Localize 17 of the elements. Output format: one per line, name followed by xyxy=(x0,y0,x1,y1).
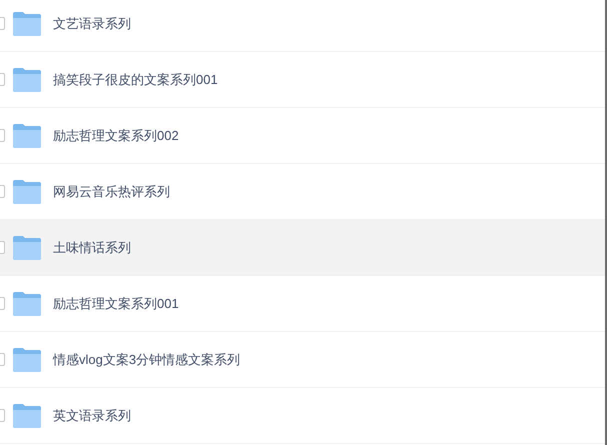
folder-name: 英文语录系列 xyxy=(53,406,131,425)
folder-name: 励志哲理文案系列001 xyxy=(53,294,179,313)
file-row[interactable]: 土味情话系列 xyxy=(0,220,605,276)
folder-name: 情感vlog文案3分钟情感文案系列 xyxy=(53,350,240,369)
folder-icon xyxy=(12,234,42,260)
folder-name: 文艺语录系列 xyxy=(53,14,131,33)
folder-icon xyxy=(12,346,42,372)
folder-name: 土味情话系列 xyxy=(53,238,131,257)
folder-name: 搞笑段子很皮的文案系列001 xyxy=(53,70,218,89)
folder-icon xyxy=(12,66,42,92)
folder-icon xyxy=(12,10,42,36)
folder-icon xyxy=(12,122,42,148)
folder-icon xyxy=(12,178,42,204)
folder-icon xyxy=(12,402,42,428)
folder-icon xyxy=(12,290,42,316)
folder-name: 网易云音乐热评系列 xyxy=(53,182,170,201)
folder-name: 励志哲理文案系列002 xyxy=(53,126,179,145)
